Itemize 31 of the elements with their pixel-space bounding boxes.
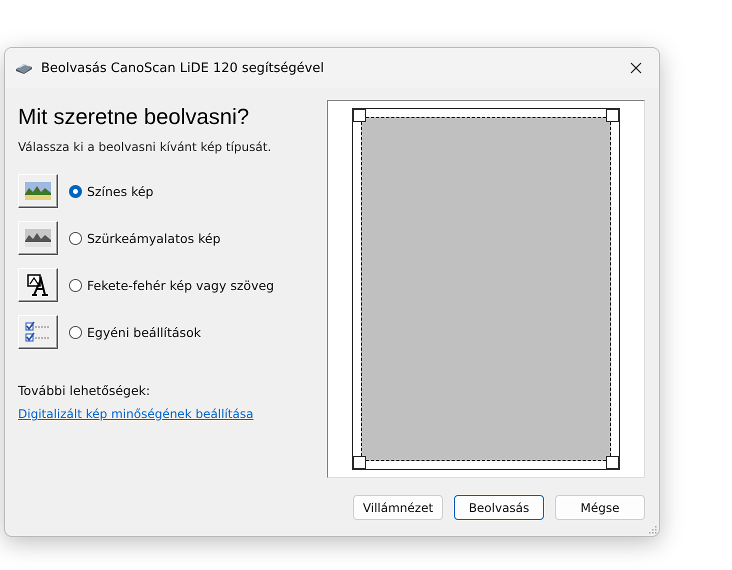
landscape-icon bbox=[25, 229, 51, 247]
resize-handle[interactable] bbox=[606, 109, 619, 122]
radio-button[interactable] bbox=[69, 184, 82, 198]
window-title: Beolvasás CanoScan LiDE 120 segítségével bbox=[41, 60, 325, 76]
image-type-button[interactable] bbox=[18, 315, 58, 349]
resize-handle[interactable] bbox=[606, 456, 619, 469]
radio-option[interactable]: Egyéni beállítások bbox=[69, 324, 201, 340]
checklist-icon bbox=[25, 321, 51, 343]
dialog-button[interactable]: Mégse bbox=[555, 495, 645, 520]
radio-button[interactable] bbox=[69, 278, 82, 292]
section-label: További lehetőségek: bbox=[18, 383, 152, 398]
radio-option[interactable]: Szürkeámyalatos kép bbox=[69, 230, 221, 246]
settings-link[interactable]: Digitalizált kép minőségének beállítása bbox=[18, 407, 326, 421]
radio-button[interactable] bbox=[69, 232, 82, 244]
resize-handle[interactable] bbox=[353, 456, 366, 469]
instruction-text: Válassza ki a beolvasni kívánt kép típusát. bbox=[18, 140, 272, 154]
dialog-button[interactable]: Beolvasás bbox=[454, 495, 544, 520]
radio-button[interactable] bbox=[69, 326, 82, 338]
resize-grip-icon bbox=[649, 526, 657, 534]
image-type-button[interactable] bbox=[18, 221, 58, 255]
radio-option[interactable]: Fekete-fehér kép vagy szöveg bbox=[69, 278, 274, 292]
close-icon bbox=[630, 62, 642, 74]
landscape-icon bbox=[25, 182, 51, 200]
radio-option[interactable]: Színes kép bbox=[69, 184, 154, 198]
picture-and-letter-icon bbox=[26, 273, 50, 297]
image-type-button[interactable] bbox=[18, 174, 58, 208]
resize-handle[interactable] bbox=[353, 109, 366, 122]
image-type-button[interactable] bbox=[18, 268, 58, 302]
heading: Mit szeretne beolvasni? bbox=[18, 104, 250, 130]
scanner-icon bbox=[15, 61, 33, 75]
dialog-button[interactable]: Villámnézet bbox=[353, 495, 443, 520]
